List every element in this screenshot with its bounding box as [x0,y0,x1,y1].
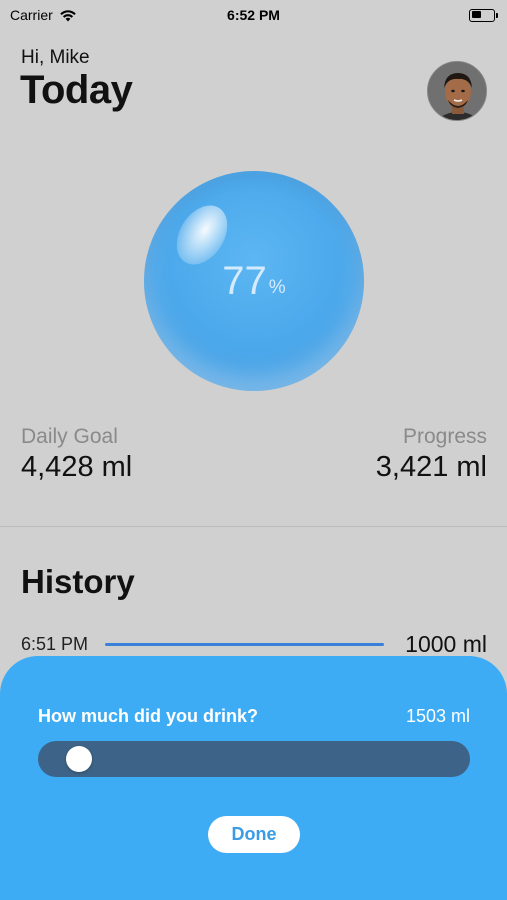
progress-value: 3,421 ml [375,451,487,483]
wifi-icon [59,9,76,21]
status-bar: Carrier 6:52 PM [0,0,507,30]
history-entry-time: 6:51 PM [21,633,89,654]
percent-value: 77 [222,258,267,303]
drink-question: How much did you drink? [38,706,258,726]
status-left: Carrier [10,7,77,23]
progress-bubble: 77 % [144,171,364,391]
history-entry[interactable]: 6:51 PM 1000 ml [21,631,487,657]
daily-goal-value: 4,428 ml [21,451,133,483]
battery-icon [469,8,498,22]
drink-amount-slider[interactable] [38,741,470,777]
page-title: Today [20,68,133,112]
slider-thumb[interactable] [66,746,92,772]
drink-amount-sheet: How much did you drink? 1503 ml Done [0,656,507,900]
user-avatar[interactable] [427,61,487,121]
history-title: History [21,563,135,600]
bubble-percentage: 77 % [144,171,364,391]
progress-label: Progress [402,425,487,448]
drink-amount-value: 1503 ml [405,706,470,726]
section-divider [0,526,507,527]
avatar-portrait-icon [428,62,486,120]
daily-goal-label: Daily Goal [21,425,118,448]
carrier-label: Carrier [10,7,53,23]
done-button[interactable]: Done [208,816,300,853]
greeting-text: Hi, Mike [21,47,90,68]
percent-sign: % [268,277,286,298]
history-entry-bar [105,642,384,646]
history-entry-amount: 1000 ml [405,630,487,657]
